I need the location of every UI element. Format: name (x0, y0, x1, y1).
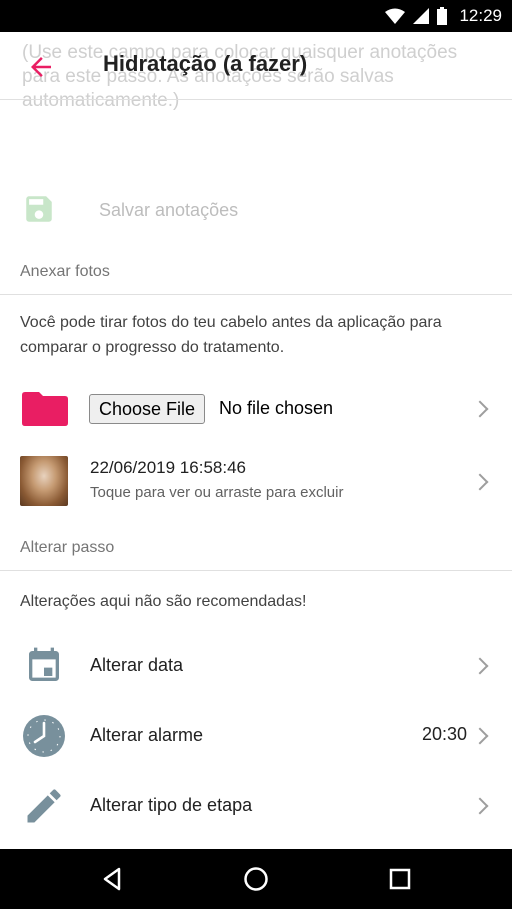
step-section-title: Alterar passo (20, 539, 115, 556)
choose-file-button[interactable]: Choose File (89, 394, 206, 424)
home-circle-icon[interactable] (241, 864, 271, 894)
chevron-right-icon (471, 797, 489, 815)
folder-icon (22, 392, 68, 426)
photos-section-title: Anexar fotos (20, 263, 110, 280)
app-bar: Hidratação (a fazer) (0, 32, 512, 100)
photo-date: 22/06/2019 16:58:46 (90, 458, 246, 477)
photos-section-header: Anexar fotos (0, 251, 512, 295)
battery-icon (437, 7, 448, 25)
wifi-icon (385, 8, 406, 24)
recents-square-icon[interactable] (385, 864, 415, 894)
alarm-time-value: 20:30 (421, 724, 467, 744)
signal-icon (413, 8, 430, 24)
page-title: Hidratação (a fazer) (103, 51, 308, 76)
file-chooser-row[interactable]: Choose File No file chosen (0, 380, 512, 440)
save-notes-button[interactable]: Salvar anotações (0, 180, 512, 240)
photo-hint: Toque para ver ou arraste para excluir (90, 484, 344, 501)
pencil-icon (27, 789, 61, 823)
change-date-item[interactable]: Alterar data (0, 630, 512, 700)
change-date-label: Alterar data (90, 655, 184, 675)
save-notes-label: Salvar anotações (99, 200, 239, 220)
photos-info-text: Você pode tirar fotos do teu cabelo ante… (20, 314, 442, 356)
chevron-right-icon (471, 727, 489, 745)
photo-thumbnail (20, 456, 68, 506)
status-bar: 12:29 (0, 0, 512, 32)
change-step-type-label: Alterar tipo de etapa (90, 795, 253, 815)
floppy-disk-icon (26, 196, 52, 222)
chevron-right-icon (471, 473, 489, 491)
change-alarm-label: Alterar alarme (90, 725, 204, 745)
change-step-type-item[interactable]: Alterar tipo de etapa (0, 770, 512, 840)
chevron-right-icon (471, 400, 489, 418)
step-section-header: Alterar passo (0, 527, 512, 571)
status-time: 12:29 (459, 6, 502, 25)
back-triangle-icon[interactable] (97, 864, 127, 894)
clock-icon (23, 715, 65, 757)
step-warning-text: Alterações aqui não são recomendadas! (20, 593, 307, 610)
change-alarm-item[interactable]: Alterar alarme 20:30 (0, 700, 512, 770)
status-icons: 12:29 (385, 0, 502, 32)
chevron-right-icon (471, 657, 489, 675)
file-status-text: No file chosen (219, 398, 334, 418)
arrow-back-icon[interactable] (26, 52, 56, 82)
calendar-icon (29, 647, 59, 681)
photo-list-item[interactable]: 22/06/2019 16:58:46 Toque para ver ou ar… (0, 456, 512, 508)
system-nav-bar (0, 849, 512, 909)
